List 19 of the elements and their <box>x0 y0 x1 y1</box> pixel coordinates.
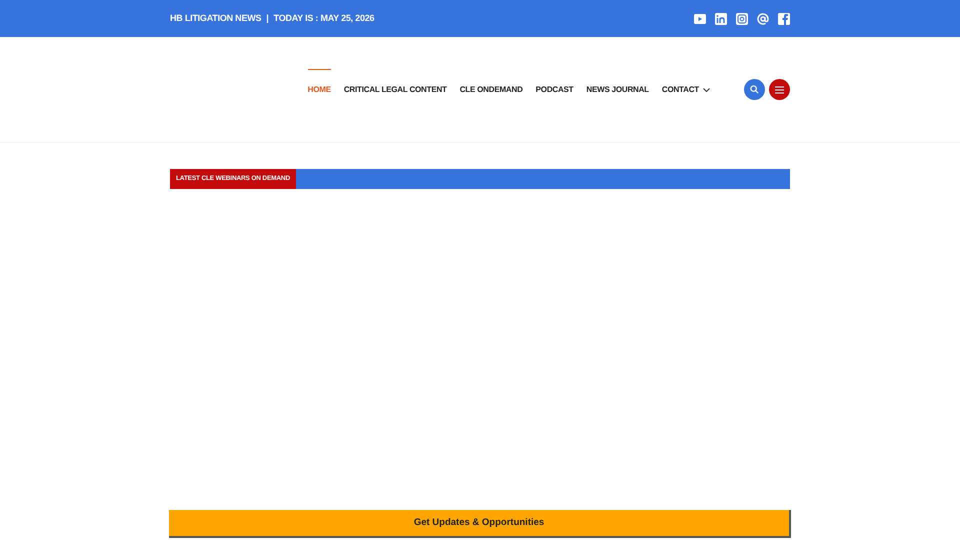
menu-icon <box>775 86 784 94</box>
nav-link[interactable]: CONTACT <box>662 69 710 96</box>
youtube-icon[interactable] <box>694 12 706 24</box>
menu-button[interactable] <box>769 79 790 100</box>
date-text: TODAY IS : MAY 25, 2026 <box>274 12 374 25</box>
nav-link[interactable]: HOME <box>308 69 331 96</box>
nav-link[interactable]: PODCAST <box>536 69 574 96</box>
facebook-icon[interactable] <box>778 12 790 24</box>
search-icon <box>750 85 759 94</box>
at-sign-icon[interactable] <box>757 12 769 24</box>
site-name: HB LITIGATION NEWS <box>170 12 262 25</box>
updates-button[interactable]: Get Updates & Opportunities <box>169 510 791 538</box>
nav-link[interactable]: CRITICAL LEGAL CONTENT <box>344 69 447 96</box>
nav-link[interactable]: NEWS JOURNAL <box>586 69 649 96</box>
camera-icon[interactable] <box>736 12 748 24</box>
separator: | <box>266 12 269 25</box>
search-button[interactable] <box>744 79 765 100</box>
linkedin-icon[interactable] <box>715 12 727 24</box>
nav-link[interactable]: CLE ONDEMAND <box>460 69 523 96</box>
